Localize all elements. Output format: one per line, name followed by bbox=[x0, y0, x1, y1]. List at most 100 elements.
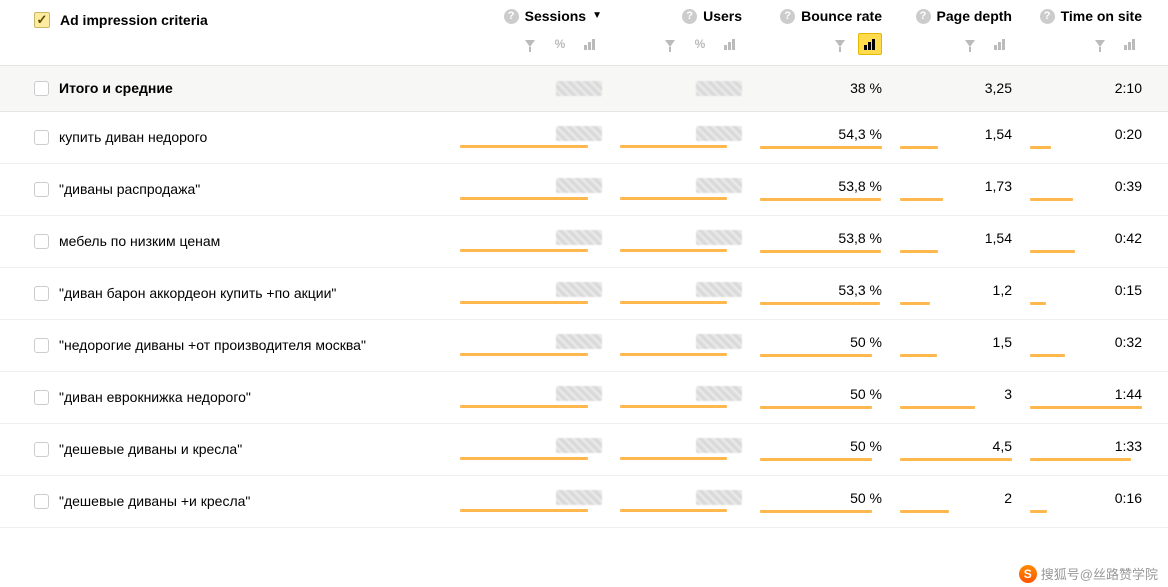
row-label[interactable]: купить диван недорого bbox=[59, 129, 207, 145]
percent-toggle-icon[interactable]: % bbox=[548, 33, 572, 55]
time-value: 0:20 bbox=[1115, 126, 1142, 142]
totals-depth: 3,25 bbox=[985, 80, 1012, 96]
sort-indicator-icon: ▼ bbox=[592, 10, 602, 22]
help-icon[interactable]: ? bbox=[504, 9, 519, 24]
time-value: 1:33 bbox=[1115, 438, 1142, 454]
table-row: "дешевые диваны +и кресла" 50 % 2 0:16 bbox=[0, 476, 1168, 528]
row-checkbox[interactable] bbox=[34, 338, 49, 353]
row-label[interactable]: "недорогие диваны +от производителя моск… bbox=[59, 337, 366, 353]
totals-row: Итого и средние 38 % 3,25 2:10 bbox=[0, 66, 1168, 112]
chart-toggle-icon[interactable] bbox=[858, 33, 882, 55]
time-value: 1:44 bbox=[1115, 386, 1142, 402]
depth-value: 1,73 bbox=[985, 178, 1012, 194]
depth-value: 1,5 bbox=[993, 334, 1012, 350]
bounce-value: 50 % bbox=[850, 386, 882, 402]
row-label[interactable]: "дешевые диваны +и кресла" bbox=[59, 493, 250, 509]
table-header: ✓ Ad impression criteria ? Sessions ▼ % … bbox=[0, 0, 1168, 66]
column-header-sessions[interactable]: ? Sessions ▼ bbox=[504, 8, 602, 25]
filter-icon[interactable] bbox=[958, 33, 982, 55]
blurred-value bbox=[696, 386, 742, 401]
time-value: 0:39 bbox=[1115, 178, 1142, 194]
row-label[interactable]: "диваны распродажа" bbox=[59, 181, 200, 197]
bounce-value: 53,8 % bbox=[838, 178, 882, 194]
blurred-value bbox=[696, 282, 742, 297]
column-header-depth[interactable]: ? Page depth bbox=[916, 8, 1012, 25]
time-value: 0:15 bbox=[1115, 282, 1142, 298]
percent-toggle-icon[interactable]: % bbox=[688, 33, 712, 55]
blurred-value bbox=[696, 126, 742, 141]
filter-icon[interactable] bbox=[518, 33, 542, 55]
row-checkbox[interactable] bbox=[34, 182, 49, 197]
table-row: "недорогие диваны +от производителя моск… bbox=[0, 320, 1168, 372]
depth-value: 1,54 bbox=[985, 230, 1012, 246]
blurred-value bbox=[556, 386, 602, 401]
time-value: 0:16 bbox=[1115, 490, 1142, 506]
depth-value: 1,2 bbox=[993, 282, 1012, 298]
bounce-value: 50 % bbox=[850, 438, 882, 454]
row-checkbox[interactable] bbox=[34, 130, 49, 145]
blurred-value bbox=[556, 230, 602, 245]
table-row: "диван барон аккордеон купить +по акции"… bbox=[0, 268, 1168, 320]
bounce-value: 50 % bbox=[850, 490, 882, 506]
row-checkbox[interactable] bbox=[34, 234, 49, 249]
blurred-value bbox=[556, 438, 602, 453]
bounce-value: 53,8 % bbox=[838, 230, 882, 246]
help-icon[interactable]: ? bbox=[682, 9, 697, 24]
blurred-value bbox=[556, 178, 602, 193]
blurred-value bbox=[556, 490, 602, 505]
bounce-value: 54,3 % bbox=[838, 126, 882, 142]
depth-value: 2 bbox=[1004, 490, 1012, 506]
table-row: купить диван недорого 54,3 % 1,54 0:20 bbox=[0, 112, 1168, 164]
bounce-value: 50 % bbox=[850, 334, 882, 350]
column-header-bounce[interactable]: ? Bounce rate bbox=[780, 8, 882, 25]
help-icon[interactable]: ? bbox=[780, 9, 795, 24]
row-checkbox[interactable] bbox=[34, 442, 49, 457]
totals-time: 2:10 bbox=[1115, 80, 1142, 96]
blurred-value bbox=[696, 81, 742, 96]
chart-toggle-icon[interactable] bbox=[988, 33, 1012, 55]
column-header-time[interactable]: ? Time on site bbox=[1040, 8, 1142, 25]
filter-icon[interactable] bbox=[1088, 33, 1112, 55]
depth-value: 3 bbox=[1004, 386, 1012, 402]
blurred-value bbox=[556, 81, 602, 96]
help-icon[interactable]: ? bbox=[916, 9, 931, 24]
chart-toggle-icon[interactable] bbox=[578, 33, 602, 55]
time-value: 0:42 bbox=[1115, 230, 1142, 246]
chart-toggle-icon[interactable] bbox=[718, 33, 742, 55]
table-row: "диваны распродажа" 53,8 % 1,73 0:39 bbox=[0, 164, 1168, 216]
filter-icon[interactable] bbox=[828, 33, 852, 55]
row-label[interactable]: "дешевые диваны и кресла" bbox=[59, 441, 242, 457]
row-label[interactable]: мебель по низким ценам bbox=[59, 233, 220, 249]
row-label[interactable]: "диван еврокнижка недорого" bbox=[59, 389, 251, 405]
row-checkbox[interactable] bbox=[34, 390, 49, 405]
row-checkbox[interactable] bbox=[34, 81, 49, 96]
report-table: ✓ Ad impression criteria ? Sessions ▼ % … bbox=[0, 0, 1168, 528]
blurred-value bbox=[696, 230, 742, 245]
row-checkbox[interactable] bbox=[34, 494, 49, 509]
column-header-users[interactable]: ? Users bbox=[682, 8, 742, 25]
dimension-header-label: Ad impression criteria bbox=[60, 12, 208, 28]
row-label[interactable]: "диван барон аккордеон купить +по акции" bbox=[59, 285, 336, 301]
blurred-value bbox=[556, 282, 602, 297]
watermark: S 搜狐号@丝路赞学院 bbox=[1019, 564, 1158, 583]
bounce-value: 53,3 % bbox=[838, 282, 882, 298]
totals-label: Итого и средние bbox=[59, 80, 173, 96]
blurred-value bbox=[696, 334, 742, 349]
blurred-value bbox=[556, 126, 602, 141]
blurred-value bbox=[696, 178, 742, 193]
select-all-checkbox[interactable]: ✓ bbox=[34, 12, 50, 28]
help-icon[interactable]: ? bbox=[1040, 9, 1055, 24]
depth-value: 4,5 bbox=[993, 438, 1012, 454]
depth-value: 1,54 bbox=[985, 126, 1012, 142]
totals-bounce: 38 % bbox=[850, 80, 882, 96]
blurred-value bbox=[696, 490, 742, 505]
blurred-value bbox=[696, 438, 742, 453]
time-value: 0:32 bbox=[1115, 334, 1142, 350]
chart-toggle-icon[interactable] bbox=[1118, 33, 1142, 55]
table-row: мебель по низким ценам 53,8 % 1,54 0:42 bbox=[0, 216, 1168, 268]
sohu-logo-icon: S bbox=[1019, 565, 1037, 583]
table-row: "диван еврокнижка недорого" 50 % 3 1:44 bbox=[0, 372, 1168, 424]
row-checkbox[interactable] bbox=[34, 286, 49, 301]
blurred-value bbox=[556, 334, 602, 349]
filter-icon[interactable] bbox=[658, 33, 682, 55]
